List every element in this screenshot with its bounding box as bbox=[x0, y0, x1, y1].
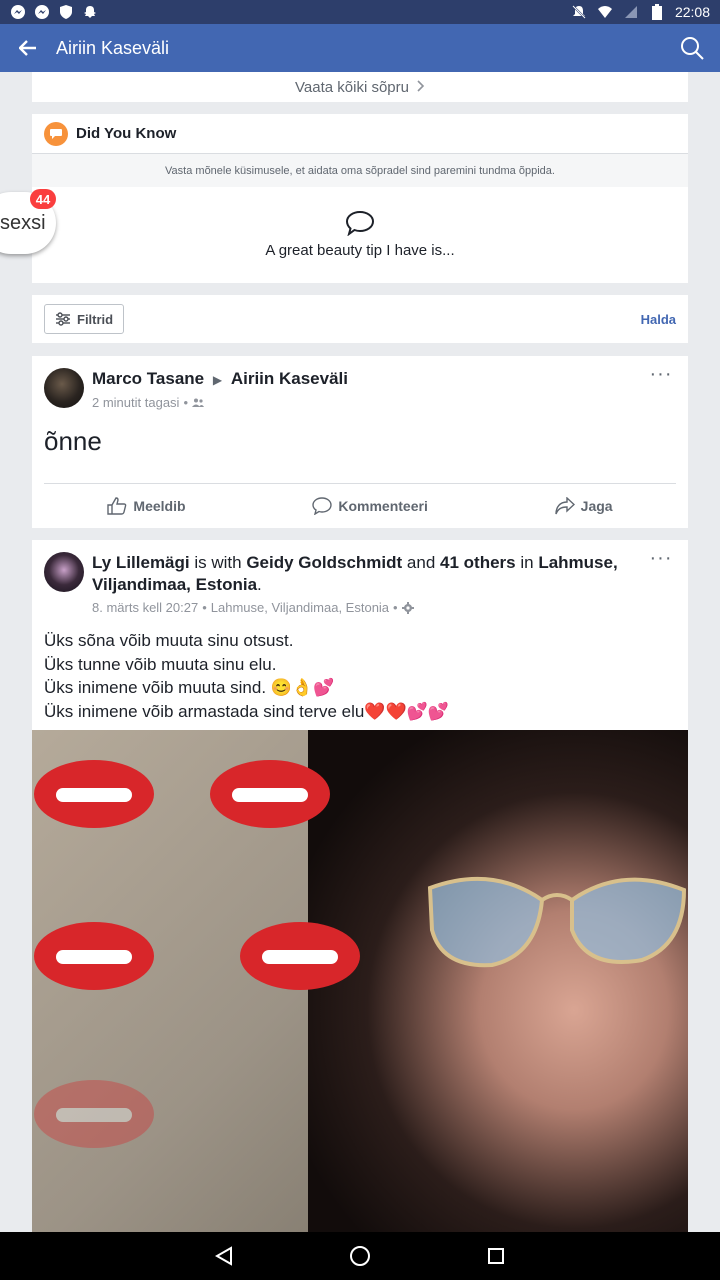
sunglasses-icon bbox=[427, 876, 687, 968]
circle-home-icon bbox=[350, 1246, 370, 1266]
share-icon bbox=[554, 497, 575, 515]
square-recents-icon bbox=[488, 1248, 504, 1264]
post-timestamp[interactable]: 2 minutit tagasi bbox=[92, 395, 179, 410]
did-you-know-question[interactable]: A great beauty tip I have is... bbox=[32, 187, 688, 282]
post-text: õnne bbox=[44, 426, 102, 456]
post-period: . bbox=[257, 575, 262, 594]
post-text-line: Üks inimene võib muuta sind. 😊👌💕 bbox=[44, 678, 335, 697]
comment-button[interactable]: Kommenteeri bbox=[312, 497, 428, 515]
avatar[interactable] bbox=[44, 368, 84, 408]
post-author[interactable]: Marco Tasane bbox=[92, 369, 204, 388]
dot-separator: • bbox=[202, 600, 207, 615]
dot-separator: • bbox=[393, 600, 398, 615]
messenger-icon bbox=[34, 4, 50, 20]
chevron-right-icon bbox=[417, 79, 425, 96]
status-bar: 22:08 bbox=[0, 0, 720, 24]
like-label: Meeldib bbox=[133, 498, 186, 514]
system-navigation-bar bbox=[0, 1232, 720, 1280]
lips-sticker bbox=[240, 922, 360, 990]
see-all-friends-link[interactable]: Vaata kõiki sõpru bbox=[32, 72, 688, 102]
dot-separator: • bbox=[183, 395, 188, 410]
search-button[interactable] bbox=[664, 24, 720, 72]
triangle-back-icon bbox=[215, 1246, 232, 1266]
page-title: Airiin Kaseväli bbox=[56, 37, 170, 58]
lips-sticker bbox=[34, 1080, 154, 1148]
post-and-text: and bbox=[406, 553, 436, 572]
post-author[interactable]: Ly Lillemägi bbox=[92, 553, 190, 572]
lips-sticker bbox=[210, 760, 330, 828]
did-you-know-subtitle: Vasta mõnele küsimusele, et aidata oma s… bbox=[32, 154, 688, 187]
comment-label: Kommenteeri bbox=[338, 498, 428, 514]
post-location[interactable]: Lahmuse, Viljandimaa, Estonia bbox=[211, 600, 389, 615]
battery-icon bbox=[649, 4, 665, 20]
post-photo[interactable] bbox=[32, 730, 688, 1232]
manage-link[interactable]: Halda bbox=[641, 312, 676, 327]
speech-bubble-icon bbox=[44, 121, 68, 146]
post-actions: Meeldib Kommenteeri Jaga bbox=[44, 483, 676, 528]
post-text-line: Üks inimene võib armastada sind terve el… bbox=[44, 701, 449, 721]
post-target[interactable]: Airiin Kaseväli bbox=[231, 369, 348, 388]
filters-button[interactable]: Filtrid bbox=[44, 304, 125, 334]
share-button[interactable]: Jaga bbox=[554, 497, 613, 515]
post-text: Üks sõna võib muuta sinu otsust. Üks tun… bbox=[32, 615, 688, 723]
notification-icons bbox=[10, 4, 98, 20]
unread-badge: 44 bbox=[30, 189, 56, 209]
snapchat-icon bbox=[82, 4, 98, 20]
clock: 22:08 bbox=[674, 4, 710, 20]
post-text-line: Üks sõna võib muuta sinu otsust. bbox=[44, 631, 294, 650]
post-in-text: in bbox=[520, 553, 534, 572]
recents-nav-button[interactable] bbox=[476, 1236, 516, 1276]
filters-label: Filtrid bbox=[77, 311, 114, 327]
question-prompt: A great beauty tip I have is... bbox=[265, 242, 455, 259]
photo-person bbox=[308, 730, 688, 1232]
did-you-know-card: Did You Know Vasta mõnele küsimusele, et… bbox=[32, 114, 688, 283]
did-you-know-title: Did You Know bbox=[76, 125, 177, 142]
filter-bar: Filtrid Halda bbox=[32, 295, 688, 343]
lips-sticker bbox=[34, 760, 154, 828]
post-timestamp[interactable]: 8. märts kell 20:27 bbox=[92, 600, 198, 615]
post-card: Marco Tasane ▶ Airiin Kaseväli 2 minutit… bbox=[32, 356, 688, 528]
tagged-others[interactable]: 41 others bbox=[440, 553, 516, 572]
comment-icon bbox=[312, 497, 333, 515]
mute-icon bbox=[571, 4, 587, 20]
gear-icon bbox=[401, 601, 414, 614]
timeline-feed[interactable]: Vaata kõiki sõpru Did You Know Vasta mõn… bbox=[0, 72, 720, 1232]
back-nav-button[interactable] bbox=[204, 1236, 244, 1276]
sliders-icon bbox=[56, 312, 70, 326]
more-options-button[interactable]: ··· bbox=[646, 364, 676, 410]
home-nav-button[interactable] bbox=[340, 1236, 380, 1276]
lips-sticker bbox=[34, 922, 154, 990]
chat-head-label: sexsi bbox=[0, 211, 46, 234]
friends-icon bbox=[192, 398, 204, 407]
thumbs-up-icon bbox=[107, 497, 127, 515]
wifi-icon bbox=[597, 4, 613, 20]
post-card: Ly Lillemägi is with Geidy Goldschmidt a… bbox=[32, 540, 688, 1232]
more-options-button[interactable]: ··· bbox=[646, 548, 676, 615]
like-button[interactable]: Meeldib bbox=[107, 497, 186, 515]
signal-icon bbox=[623, 4, 639, 20]
avatar[interactable] bbox=[44, 552, 84, 592]
chat-bubble-icon bbox=[345, 210, 375, 236]
tagged-person[interactable]: Geidy Goldschmidt bbox=[246, 553, 402, 572]
back-button[interactable] bbox=[0, 24, 56, 72]
share-label: Jaga bbox=[580, 498, 613, 514]
back-arrow-icon bbox=[19, 40, 36, 56]
shield-icon bbox=[58, 4, 74, 20]
post-text-line: Üks tunne võib muuta sinu elu. bbox=[44, 654, 277, 674]
see-all-friends-label: Vaata kõiki sõpru bbox=[295, 78, 409, 96]
search-icon bbox=[681, 37, 704, 60]
post-with-text: is with bbox=[194, 553, 242, 572]
app-bar: Airiin Kaseväli bbox=[0, 24, 720, 72]
triangle-right-icon: ▶ bbox=[212, 373, 223, 387]
messenger-icon bbox=[10, 4, 26, 20]
